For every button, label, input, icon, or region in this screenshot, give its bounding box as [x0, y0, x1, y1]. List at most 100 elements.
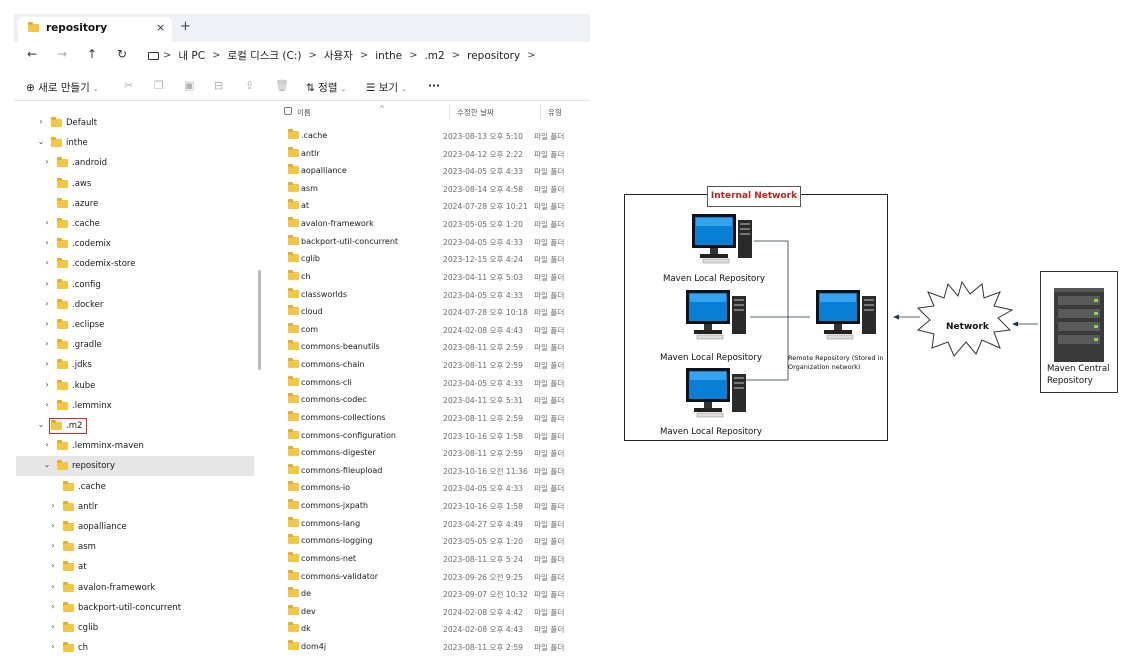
column-name-header[interactable]: 이름 ^ — [297, 105, 385, 118]
tree-item[interactable]: › Default — [16, 113, 254, 133]
rename-icon[interactable]: ⊟ — [214, 79, 223, 92]
tree-item[interactable]: › avalon-framework — [16, 578, 254, 598]
more-options-button[interactable]: ··· — [428, 80, 440, 92]
chevron-right-icon[interactable]: › — [42, 157, 52, 166]
list-item[interactable]: commons-net 2023-08-11 오후 5:24 파일 폴더 — [276, 550, 590, 568]
new-tab-button[interactable]: + — [180, 19, 191, 34]
tree-item[interactable]: › .jdks — [16, 355, 254, 375]
list-item[interactable]: classworlds 2023-04-05 오후 4:33 파일 폴더 — [276, 286, 590, 304]
chevron-right-icon[interactable]: › — [42, 218, 52, 227]
tree-item[interactable]: › .eclipse — [16, 315, 254, 335]
list-item[interactable]: commons-chain 2023-08-11 오후 2:59 파일 폴더 — [276, 356, 590, 374]
tree-item[interactable]: .cache — [16, 477, 254, 497]
list-item[interactable]: commons-collections 2023-08-11 오후 2:59 파일 … — [276, 409, 590, 427]
column-date-header[interactable]: 수정한 날짜 — [457, 107, 494, 118]
tree-item[interactable]: › .android — [16, 153, 254, 173]
sort-button[interactable]: ⇅ 정렬 ⌄ — [306, 80, 346, 95]
chevron-right-icon[interactable]: › — [42, 299, 52, 308]
chevron-down-icon[interactable]: ⌄ — [36, 137, 46, 146]
list-item[interactable]: commons-logging 2023-05-05 오후 1:20 파일 폴더 — [276, 532, 590, 550]
tree-item[interactable]: › at — [16, 557, 254, 577]
list-item[interactable]: commons-digester 2023-08-11 오후 2:59 파일 폴더 — [276, 444, 590, 462]
tree-item[interactable]: › cglib — [16, 618, 254, 638]
view-button[interactable]: ☰ 보기 ⌄ — [366, 80, 407, 95]
breadcrumb[interactable]: > 내 PC > 로컬 디스크 (C:) > 사용자 > inthe > .m2… — [148, 46, 536, 65]
list-item[interactable]: .cache 2023-08-13 오후 5:10 파일 폴더 — [276, 127, 590, 145]
chevron-right-icon[interactable]: › — [42, 400, 52, 409]
chevron-right-icon[interactable]: › — [48, 622, 58, 631]
delete-icon[interactable]: 🗑 — [275, 79, 289, 92]
close-tab-button[interactable]: × — [156, 21, 165, 34]
tree-item[interactable]: › .lemminx — [16, 396, 254, 416]
list-item[interactable]: commons-configuration 2023-10-16 오후 1:58 파… — [276, 427, 590, 445]
tree-item[interactable]: › .codemix — [16, 234, 254, 254]
chevron-down-icon[interactable]: ⌄ — [36, 420, 46, 429]
forward-arrow-icon[interactable]: → — [54, 47, 70, 61]
list-item[interactable]: dev 2024-02-08 오후 4:42 파일 폴더 — [276, 603, 590, 621]
cut-icon[interactable]: ✂ — [124, 79, 133, 92]
tree-item[interactable]: .aws — [16, 174, 254, 194]
list-item[interactable]: cglib 2023-12-15 오후 4:24 파일 폴더 — [276, 250, 590, 268]
tree-item[interactable]: › aopalliance — [16, 517, 254, 537]
tree-item[interactable]: .azure — [16, 194, 254, 214]
chevron-right-icon[interactable]: › — [48, 521, 58, 530]
breadcrumb-item-m2[interactable]: .m2 — [417, 50, 451, 62]
tree-item[interactable]: › .docker — [16, 295, 254, 315]
list-item[interactable]: commons-codec 2023-04-11 오후 5:31 파일 폴더 — [276, 391, 590, 409]
breadcrumb-item-pc[interactable]: 내 PC — [171, 48, 212, 63]
chevron-right-icon[interactable]: › — [42, 258, 52, 267]
column-divider[interactable] — [449, 104, 450, 120]
list-item[interactable]: commons-jxpath 2023-10-16 오후 1:58 파일 폴더 — [276, 497, 590, 515]
copy-icon[interactable]: ❐ — [154, 79, 164, 92]
chevron-down-icon[interactable]: ⌄ — [42, 460, 52, 469]
list-item[interactable]: commons-validator 2023-09-26 오전 9:25 파일 폴더 — [276, 568, 590, 586]
refresh-icon[interactable]: ↻ — [114, 47, 130, 61]
tree-item[interactable]: ⌄ inthe — [16, 133, 254, 153]
chevron-right-icon[interactable]: › — [48, 642, 58, 651]
list-item[interactable]: aopalliance 2023-04-05 오후 4:33 파일 폴더 — [276, 162, 590, 180]
list-item[interactable]: commons-fileupload 2023-10-16 오전 11:36 파일 … — [276, 462, 590, 480]
chevron-right-icon[interactable]: › — [42, 380, 52, 389]
tree-item[interactable]: ⌄ .m2 — [16, 416, 254, 436]
breadcrumb-item-inthe[interactable]: inthe — [368, 50, 409, 62]
paste-icon[interactable]: ▣ — [184, 79, 194, 92]
list-item[interactable]: dk 2024-02-08 오후 4:43 파일 폴더 — [276, 620, 590, 638]
list-item[interactable]: commons-lang 2023-04-27 오후 4:49 파일 폴더 — [276, 515, 590, 533]
chevron-right-icon[interactable]: › — [42, 339, 52, 348]
list-item[interactable]: backport-util-concurrent 2023-04-05 오후 4:… — [276, 233, 590, 251]
chevron-right-icon[interactable]: › — [42, 319, 52, 328]
chevron-right-icon[interactable]: › — [48, 501, 58, 510]
column-type-header[interactable]: 유형 — [548, 107, 562, 118]
list-item[interactable]: ch 2023-04-11 오후 5:03 파일 폴더 — [276, 268, 590, 286]
tree-item[interactable]: › .lemminx-maven — [16, 436, 254, 456]
tree-item[interactable]: › ch — [16, 638, 254, 658]
tab-repository[interactable]: repository × — [18, 17, 172, 42]
column-divider[interactable] — [540, 104, 541, 120]
tree-item[interactable]: ⌄ repository — [16, 456, 254, 477]
chevron-right-icon[interactable]: › — [42, 279, 52, 288]
tree-item[interactable]: › antlr — [16, 497, 254, 517]
chevron-right-icon[interactable]: › — [48, 561, 58, 570]
breadcrumb-item-repository[interactable]: repository — [460, 50, 527, 62]
new-button[interactable]: ⊕ 새로 만들기 ⌄ — [26, 80, 99, 95]
tree-item[interactable]: › backport-util-concurrent — [16, 598, 254, 618]
share-icon[interactable]: ⇪ — [245, 79, 254, 92]
tree-item[interactable]: › asm — [16, 537, 254, 557]
tree-item[interactable]: › .config — [16, 275, 254, 295]
list-item[interactable]: avalon-framework 2023-05-05 오후 1:20 파일 폴더 — [276, 215, 590, 233]
list-item[interactable]: com 2024-02-08 오후 4:43 파일 폴더 — [276, 321, 590, 339]
chevron-right-icon[interactable]: › — [42, 359, 52, 368]
list-item[interactable]: asm 2023-08-14 오후 4:58 파일 폴더 — [276, 180, 590, 198]
chevron-right-icon[interactable]: › — [42, 238, 52, 247]
tree-item[interactable]: › .kube — [16, 376, 254, 396]
breadcrumb-item-users[interactable]: 사용자 — [317, 48, 360, 63]
list-item[interactable]: cloud 2024-07-28 오후 10:18 파일 폴더 — [276, 303, 590, 321]
chevron-right-icon[interactable]: › — [36, 117, 46, 126]
chevron-right-icon[interactable]: › — [48, 602, 58, 611]
list-item[interactable]: de 2023-09-07 오전 10:32 파일 폴더 — [276, 585, 590, 603]
chevron-right-icon[interactable]: › — [42, 440, 52, 449]
tree-item[interactable]: › .cache — [16, 214, 254, 234]
back-arrow-icon[interactable]: ← — [24, 47, 40, 61]
list-item[interactable]: dom4j 2023-08-11 오후 2:59 파일 폴더 — [276, 638, 590, 656]
list-item[interactable]: commons-cli 2023-04-05 오후 4:33 파일 폴더 — [276, 374, 590, 392]
